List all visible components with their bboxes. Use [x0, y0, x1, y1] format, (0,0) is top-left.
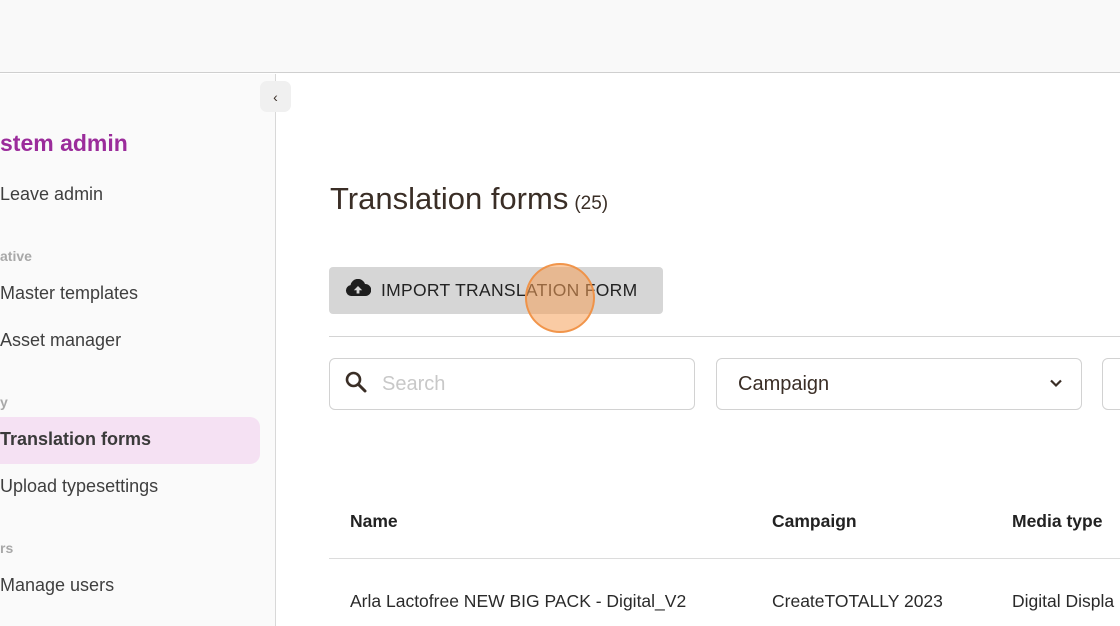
- column-header-campaign[interactable]: Campaign: [772, 511, 857, 532]
- cloud-upload-icon: [345, 278, 372, 302]
- sidebar-item-upload-typesettings[interactable]: Upload typesettings: [0, 476, 158, 497]
- sidebar-item-manage-users[interactable]: Manage users: [0, 575, 114, 596]
- campaign-filter-value: Campaign: [738, 372, 830, 395]
- search-field[interactable]: [329, 358, 695, 410]
- import-button-label: IMPORT TRANSLATION FORM: [381, 280, 638, 300]
- chevron-left-icon: ‹: [273, 88, 278, 105]
- secondary-filter-select[interactable]: [1102, 358, 1120, 410]
- sidebar-item-asset-manager[interactable]: Asset manager: [0, 330, 121, 351]
- sidebar-section-creative: ative: [0, 248, 32, 264]
- sidebar-section-users: rs: [0, 540, 14, 556]
- column-header-name[interactable]: Name: [350, 511, 398, 532]
- sidebar-item-translation-forms[interactable]: Translation forms: [0, 429, 151, 450]
- sidebar-section-copy: y: [0, 394, 8, 410]
- table-header-divider: [329, 558, 1120, 559]
- divider: [329, 336, 1120, 337]
- search-icon: [344, 370, 368, 399]
- page-count: (25): [574, 193, 609, 214]
- cell-name[interactable]: Arla Lactofree NEW BIG PACK - Digital_V2: [350, 591, 686, 612]
- cell-media-type: Digital Displa: [1012, 591, 1115, 611]
- top-bar: [0, 0, 1120, 73]
- chevron-down-icon: [1049, 375, 1063, 393]
- cell-campaign: CreateTOTALLY 2023: [772, 591, 943, 611]
- sidebar-item-leave-admin[interactable]: Leave admin: [0, 184, 103, 205]
- page-title-text: Translation forms: [330, 181, 569, 216]
- sidebar-item-master-templates[interactable]: Master templates: [0, 283, 138, 304]
- campaign-filter-select[interactable]: Campaign: [716, 358, 1082, 410]
- search-input[interactable]: [382, 372, 672, 396]
- column-header-media-type[interactable]: Media type: [1012, 511, 1102, 532]
- import-translation-form-button[interactable]: IMPORT TRANSLATION FORM: [329, 267, 663, 314]
- collapse-sidebar-button[interactable]: ‹: [260, 81, 291, 112]
- sidebar-title: stem admin: [0, 130, 128, 156]
- page-title: Translation forms (25): [330, 181, 608, 217]
